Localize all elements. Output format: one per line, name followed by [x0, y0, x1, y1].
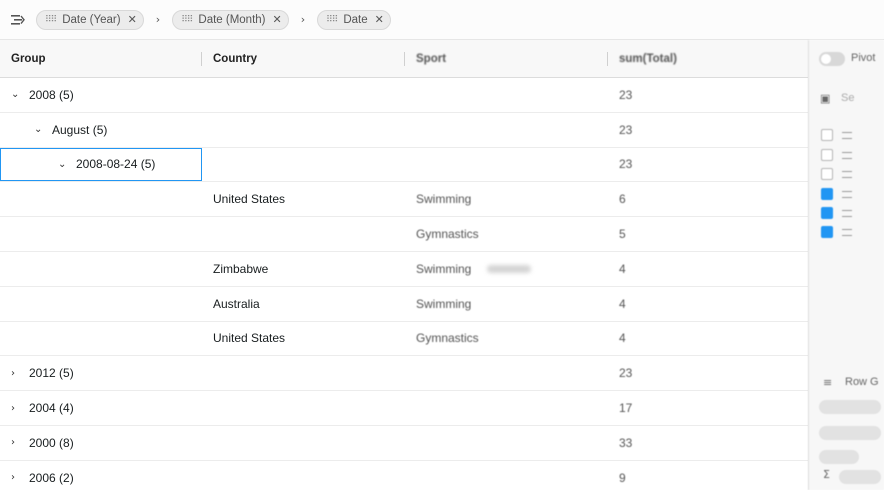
group-row[interactable]: › 2006 (2) 9 [0, 461, 808, 490]
table-row[interactable]: Gymnastics 5 [0, 217, 808, 252]
values-icon: Σ [823, 468, 830, 481]
drag-handle-icon[interactable] [842, 152, 852, 159]
chevron-down-icon[interactable]: ⌄ [11, 89, 29, 100]
select-all-icon[interactable]: ▣ [820, 92, 830, 105]
table-row[interactable]: United States Gymnastics 4 [0, 322, 808, 357]
tool-panel: Pivot ▣ Se ≡ Row G Σ [808, 40, 884, 490]
row-group-pill[interactable] [819, 450, 859, 464]
header-group[interactable]: Group [0, 40, 202, 77]
total-cell[interactable]: 4 [608, 287, 808, 321]
chevron-right-icon[interactable]: › [11, 368, 29, 379]
column-checkbox-checked[interactable] [821, 188, 833, 200]
group-label: 2000 (8) [29, 435, 74, 450]
header-sport[interactable]: Sport [405, 40, 608, 77]
sport-cell[interactable]: Swimming [405, 287, 608, 321]
total-cell[interactable]: 4 [608, 322, 808, 356]
column-checkbox-checked[interactable] [821, 207, 833, 219]
total-value: 23 [619, 157, 633, 172]
value-pill[interactable] [839, 470, 881, 484]
row-group-panel: ⠿⠿ Date (Year) ✕ › ⠿⠿ Date (Month) ✕ › ⠿… [0, 0, 884, 40]
pivot-mode-toggle[interactable] [819, 52, 845, 66]
header-total[interactable]: sum(Total) [608, 40, 808, 77]
row-groups-icon: ≡ [823, 376, 833, 389]
chevron-right-icon: › [155, 13, 161, 26]
group-row[interactable]: ⌄ 2008-08-24 (5) 23 [0, 147, 808, 183]
total-value: 23 [619, 122, 633, 137]
column-checkbox-checked[interactable] [821, 226, 833, 238]
drag-handle-icon[interactable] [842, 210, 852, 217]
total-cell[interactable]: 4 [608, 252, 808, 286]
chip-label: Date (Year) [62, 13, 121, 26]
group-row[interactable]: ⌄ August (5) 23 [0, 113, 808, 148]
sport-cell[interactable]: Gymnastics [405, 322, 608, 356]
country-cell[interactable]: Zimbabwe [202, 252, 405, 286]
drag-handle-icon[interactable] [842, 191, 852, 198]
chevron-down-icon[interactable]: ⌄ [58, 159, 76, 170]
drag-ghost [487, 264, 532, 273]
group-label: August (5) [52, 122, 108, 137]
total-value: 23 [619, 87, 633, 102]
country-cell[interactable]: Australia [202, 287, 405, 321]
column-checkbox[interactable] [821, 168, 833, 180]
total-value: 23 [619, 366, 633, 381]
drag-handle-icon[interactable]: ⠿⠿ [181, 15, 193, 25]
remove-chip-icon[interactable]: ✕ [375, 13, 384, 26]
group-row[interactable]: › 2012 (5) 23 [0, 356, 808, 392]
table-row[interactable]: Zimbabwe Swimming 4 [0, 252, 808, 287]
header-country[interactable]: Country [202, 40, 405, 77]
group-label: 2008-08-24 (5) [76, 157, 156, 172]
sport-cell[interactable]: Swimming [405, 252, 608, 286]
pivot-mode-label: Pivot [851, 52, 876, 64]
row-groups-label: Row G [845, 376, 879, 388]
group-row[interactable]: › 2004 (4) 17 [0, 391, 808, 426]
chevron-right-icon[interactable]: › [11, 403, 29, 414]
row-group-pill[interactable] [819, 400, 881, 414]
grid-body: ⌄ 2008 (5) 23 ⌄ August (5) 23 ⌄ 2008-08-… [0, 78, 808, 490]
group-row[interactable]: › 2000 (8) 33 [0, 426, 808, 461]
group-chip-date-year[interactable]: ⠿⠿ Date (Year) ✕ [36, 9, 144, 30]
drag-handle-icon[interactable]: ⠿⠿ [326, 15, 338, 25]
chevron-right-icon[interactable]: › [11, 437, 29, 448]
chip-label: Date (Month) [198, 13, 266, 26]
chip-label: Date [343, 13, 368, 26]
table-row[interactable]: Australia Swimming 4 [0, 287, 808, 322]
grid-header: Group Country Sport sum(Total) [0, 40, 808, 78]
total-value: 17 [619, 401, 633, 416]
sport-cell[interactable]: Gymnastics [405, 217, 608, 251]
group-label: 2012 (5) [29, 366, 74, 381]
chevron-right-icon[interactable]: › [11, 472, 29, 483]
drag-handle-icon[interactable] [842, 229, 852, 236]
group-label: 2006 (2) [29, 470, 74, 485]
group-row[interactable]: ⌄ 2008 (5) 23 [0, 78, 808, 113]
table-row[interactable]: United States Swimming 6 [0, 182, 808, 218]
column-checkbox[interactable] [821, 129, 833, 141]
total-value: 33 [619, 435, 633, 450]
drag-handle-icon[interactable]: ⠿⠿ [45, 15, 57, 25]
total-cell[interactable]: 6 [608, 182, 808, 216]
country-cell[interactable] [202, 217, 405, 251]
row-group-pill[interactable] [819, 426, 881, 440]
chevron-down-icon[interactable]: ⌄ [34, 124, 52, 135]
drag-handle-icon[interactable] [842, 171, 852, 178]
total-value: 9 [619, 470, 626, 485]
column-search-input[interactable]: Se [841, 92, 854, 104]
group-label: 2004 (4) [29, 401, 74, 416]
row-group-icon [10, 12, 26, 28]
focused-cell[interactable]: ⌄ 2008-08-24 (5) [0, 147, 202, 182]
total-cell[interactable]: 5 [608, 217, 808, 251]
group-chip-date-month[interactable]: ⠿⠿ Date (Month) ✕ [172, 9, 289, 30]
remove-chip-icon[interactable]: ✕ [128, 13, 137, 26]
sport-cell[interactable]: Swimming [405, 182, 608, 216]
chevron-right-icon: › [300, 13, 306, 26]
country-cell[interactable]: United States [202, 182, 405, 216]
drag-handle-icon[interactable] [842, 132, 852, 139]
column-checkbox[interactable] [821, 149, 833, 161]
group-chip-date[interactable]: ⠿⠿ Date ✕ [317, 9, 391, 30]
group-label: 2008 (5) [29, 87, 74, 102]
remove-chip-icon[interactable]: ✕ [273, 13, 282, 26]
country-cell[interactable]: United States [202, 322, 405, 356]
